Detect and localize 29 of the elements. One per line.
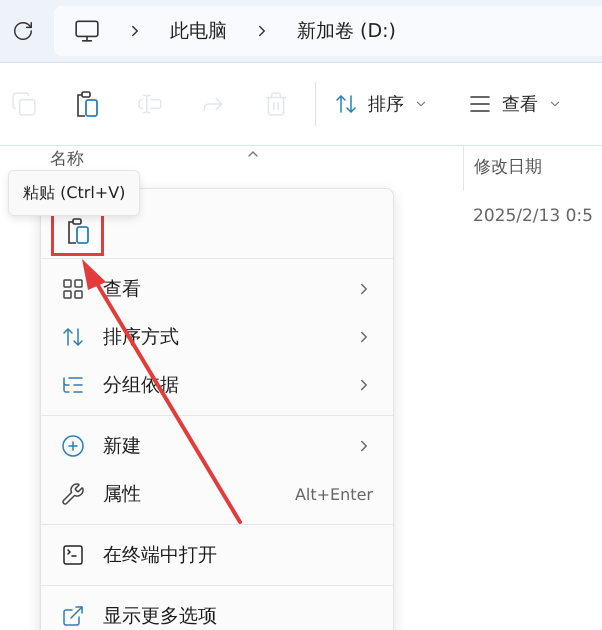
address-bar[interactable]: 此电脑 新加卷 (D:) [54, 6, 602, 56]
plus-circle-icon [61, 434, 85, 458]
breadcrumb[interactable]: 新加卷 (D:) [297, 18, 396, 44]
menu-label: 新建 [103, 434, 142, 459]
menu-item[interactable]: 属性 Alt+Enter [41, 470, 393, 518]
expand-icon [61, 604, 85, 628]
grid-icon [61, 277, 85, 301]
breadcrumb[interactable]: 此电脑 [170, 18, 227, 44]
menu-item[interactable]: 查看 [41, 265, 393, 313]
menu-item[interactable]: 显示更多选项 [41, 592, 393, 630]
column-header[interactable]: 修改日期 [474, 156, 542, 179]
copy-icon [10, 91, 37, 117]
wrench-icon [61, 482, 85, 506]
view-button[interactable]: 查看 [468, 92, 562, 116]
tooltip: 粘贴 (Ctrl+V) [8, 170, 140, 216]
terminal-icon [61, 543, 85, 567]
column-header[interactable]: 名称 [50, 148, 84, 171]
sort-button[interactable]: 排序 [334, 92, 428, 116]
menu-item[interactable]: 新建 [41, 422, 393, 470]
shortcut-text: Alt+Enter [294, 484, 373, 504]
menu-label: 属性 [103, 482, 142, 507]
menu-label: 显示更多选项 [103, 604, 218, 629]
refresh-icon[interactable] [12, 20, 34, 42]
menu-item[interactable]: 在终端中打开 [41, 531, 393, 579]
menu-label: 查看 [103, 277, 142, 302]
trash-icon [262, 91, 289, 117]
date-cell: 2025/2/13 0:5 [473, 206, 593, 226]
menu-label: 在终端中打开 [103, 543, 218, 568]
computer-icon [74, 18, 100, 44]
